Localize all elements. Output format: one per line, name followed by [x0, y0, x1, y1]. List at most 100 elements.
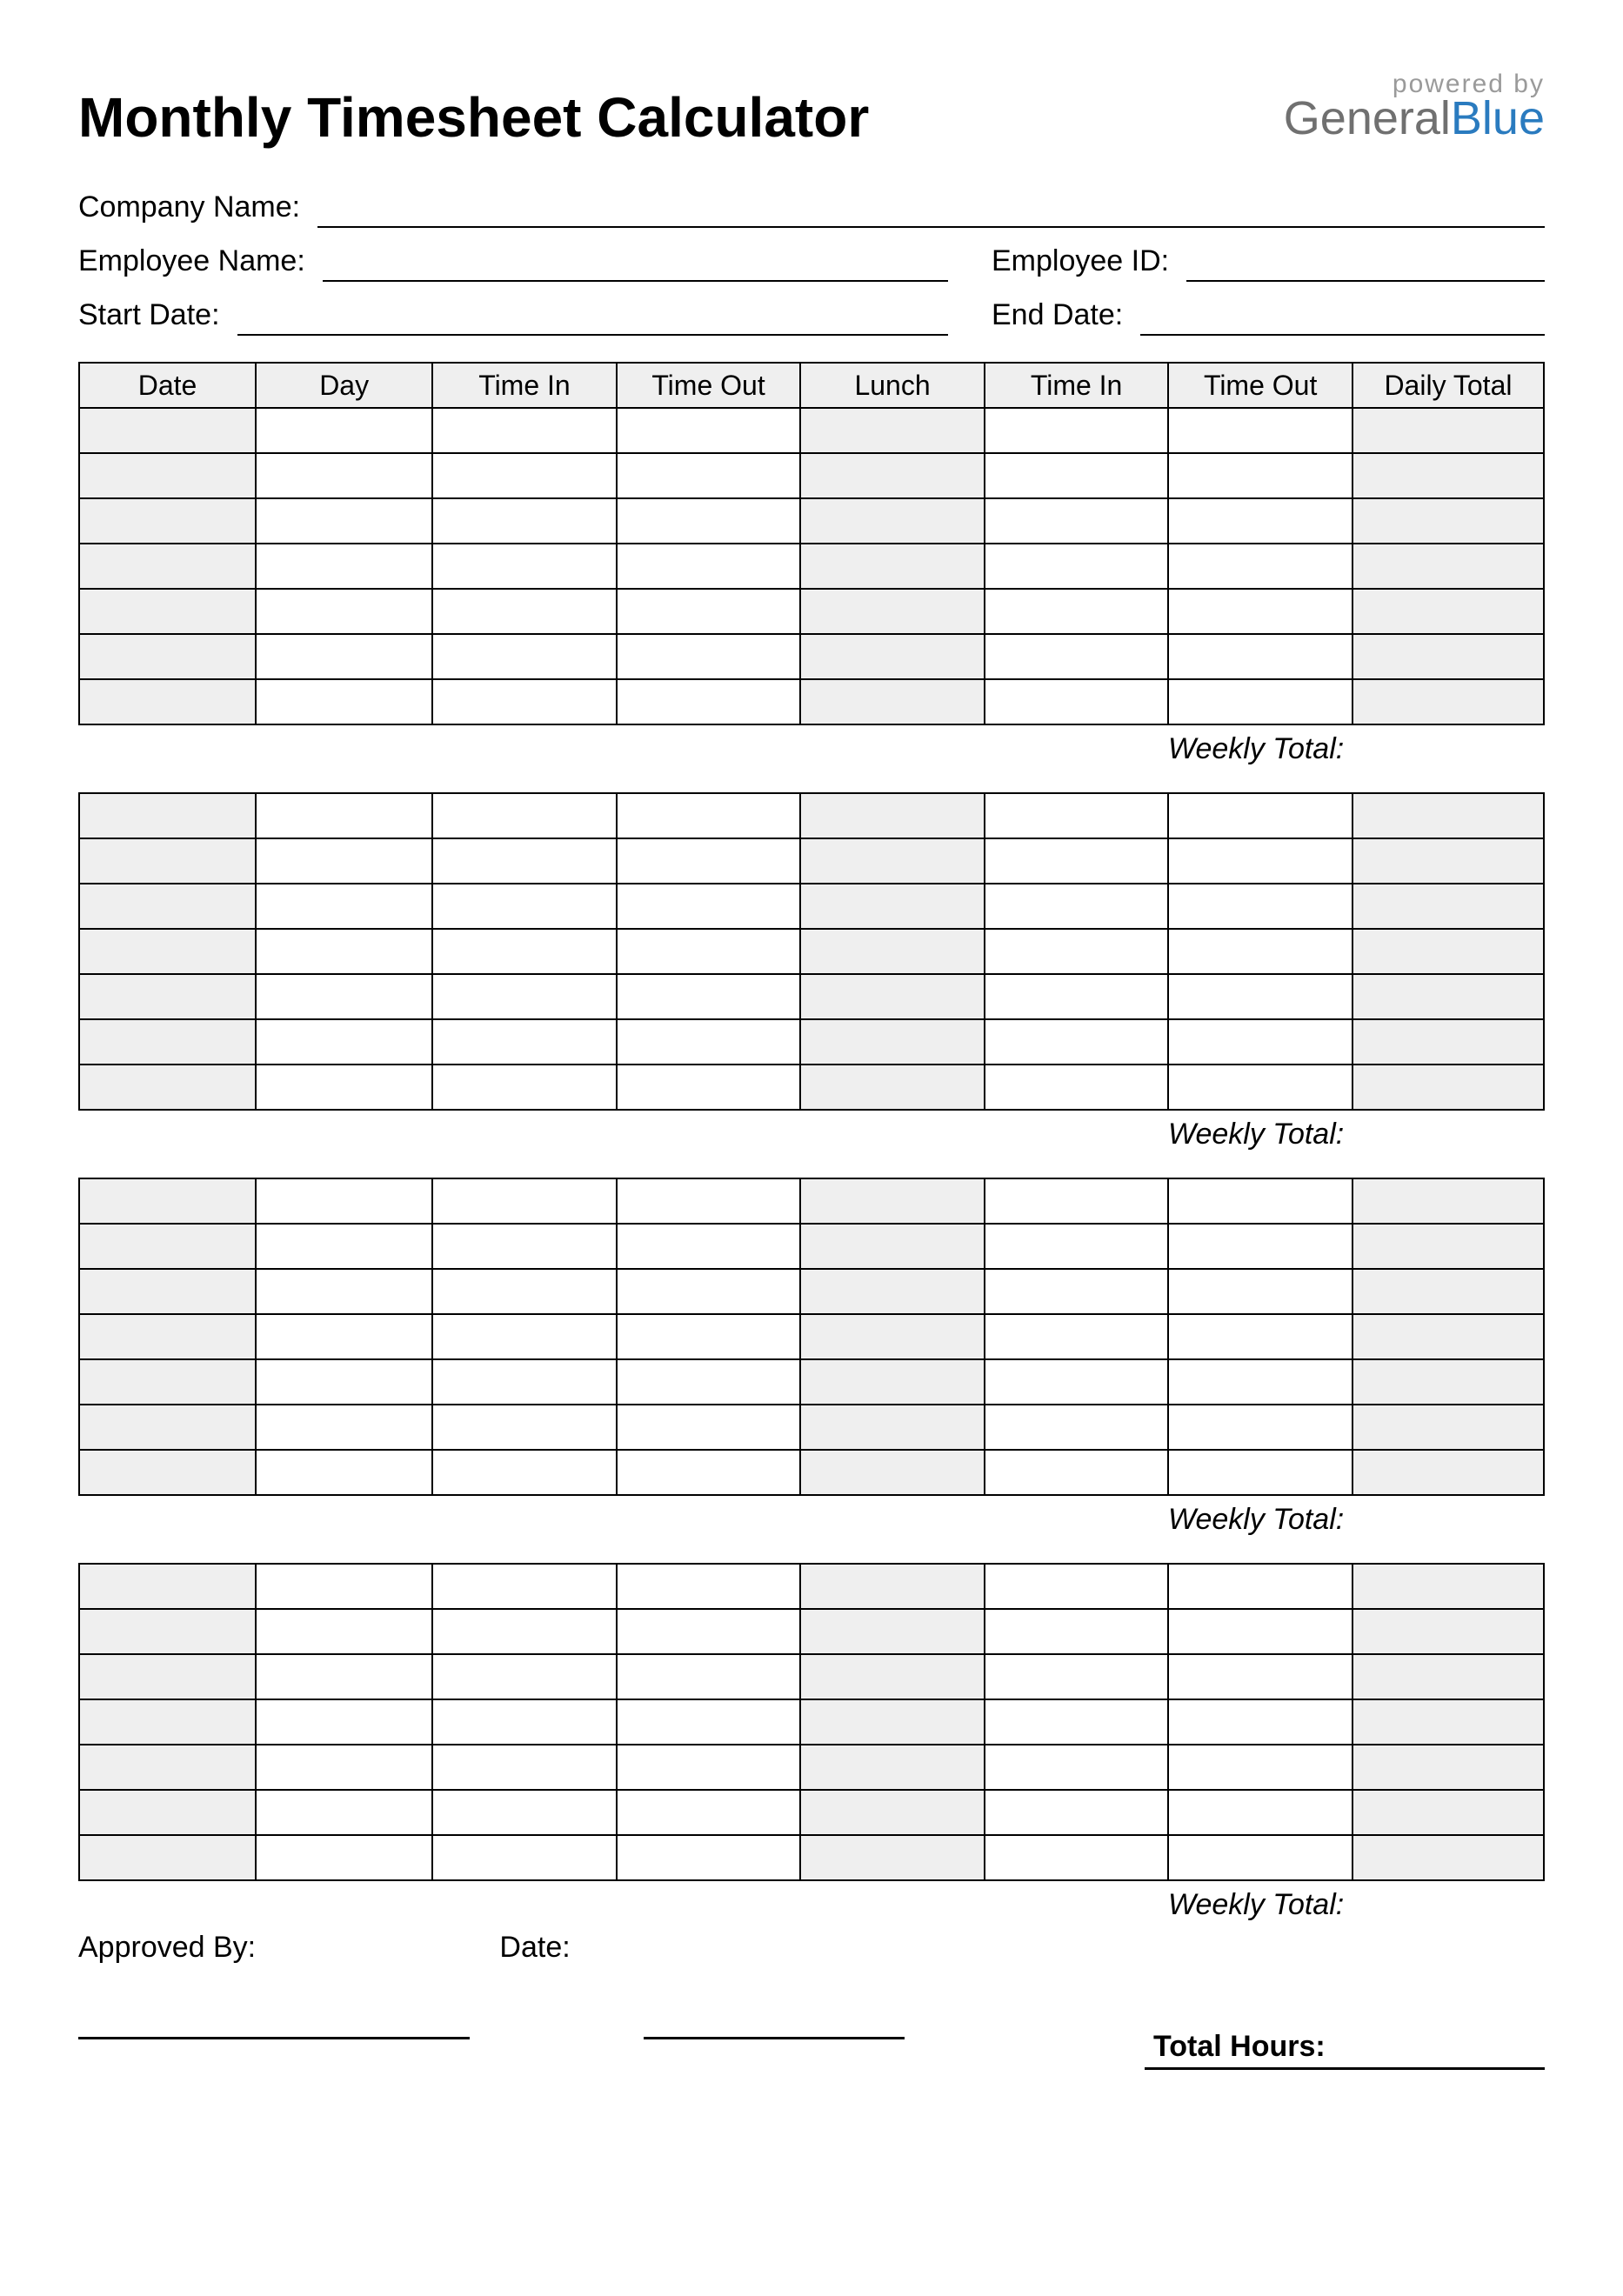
cell[interactable]: [1168, 408, 1352, 453]
cell[interactable]: [800, 1790, 985, 1835]
cell[interactable]: [1352, 589, 1544, 634]
cell[interactable]: [79, 544, 256, 589]
cell[interactable]: [985, 1835, 1169, 1880]
cell[interactable]: [79, 838, 256, 884]
cell[interactable]: [617, 1178, 801, 1224]
cell[interactable]: [985, 634, 1169, 679]
cell[interactable]: [256, 408, 432, 453]
cell[interactable]: [617, 793, 801, 838]
cell[interactable]: [617, 1359, 801, 1405]
cell[interactable]: [617, 1450, 801, 1495]
cell[interactable]: [1352, 1314, 1544, 1359]
cell[interactable]: [79, 1609, 256, 1654]
cell[interactable]: [79, 634, 256, 679]
employee-name-field[interactable]: [323, 237, 948, 282]
cell[interactable]: [985, 1450, 1169, 1495]
cell[interactable]: [1352, 1405, 1544, 1450]
cell[interactable]: [432, 1269, 617, 1314]
cell[interactable]: [800, 1065, 985, 1110]
cell[interactable]: [617, 589, 801, 634]
cell[interactable]: [800, 1405, 985, 1450]
cell[interactable]: [800, 498, 985, 544]
cell[interactable]: [79, 589, 256, 634]
cell[interactable]: [432, 498, 617, 544]
cell[interactable]: [256, 1314, 432, 1359]
cell[interactable]: [617, 453, 801, 498]
approved-by-signature-line[interactable]: [78, 2008, 470, 2039]
cell[interactable]: [256, 929, 432, 974]
cell[interactable]: [617, 838, 801, 884]
cell[interactable]: [256, 884, 432, 929]
cell[interactable]: [800, 1654, 985, 1699]
cell[interactable]: [256, 1790, 432, 1835]
cell[interactable]: [1352, 1269, 1544, 1314]
cell[interactable]: [432, 1019, 617, 1065]
cell[interactable]: [79, 679, 256, 724]
cell[interactable]: [432, 1745, 617, 1790]
cell[interactable]: [432, 1699, 617, 1745]
cell[interactable]: [1352, 1654, 1544, 1699]
cell[interactable]: [256, 498, 432, 544]
cell[interactable]: [1352, 884, 1544, 929]
cell[interactable]: [256, 1835, 432, 1880]
cell[interactable]: [256, 1359, 432, 1405]
date-signature-line[interactable]: [644, 2008, 905, 2039]
cell[interactable]: [79, 453, 256, 498]
cell[interactable]: [1352, 544, 1544, 589]
cell[interactable]: [1352, 1609, 1544, 1654]
cell[interactable]: [1352, 838, 1544, 884]
cell[interactable]: [617, 1405, 801, 1450]
cell[interactable]: [800, 544, 985, 589]
cell[interactable]: [985, 453, 1169, 498]
cell[interactable]: [800, 793, 985, 838]
cell[interactable]: [256, 838, 432, 884]
cell[interactable]: [800, 838, 985, 884]
cell[interactable]: [432, 1178, 617, 1224]
cell[interactable]: [256, 1564, 432, 1609]
cell[interactable]: [800, 884, 985, 929]
cell[interactable]: [800, 1269, 985, 1314]
cell[interactable]: [800, 634, 985, 679]
cell[interactable]: [79, 1835, 256, 1880]
cell[interactable]: [985, 679, 1169, 724]
cell[interactable]: [1168, 1269, 1352, 1314]
cell[interactable]: [985, 498, 1169, 544]
cell[interactable]: [1352, 453, 1544, 498]
cell[interactable]: [617, 1699, 801, 1745]
end-date-field[interactable]: [1140, 290, 1545, 336]
cell[interactable]: [432, 1450, 617, 1495]
cell[interactable]: [800, 1564, 985, 1609]
cell[interactable]: [432, 793, 617, 838]
cell[interactable]: [256, 1405, 432, 1450]
cell[interactable]: [800, 1609, 985, 1654]
cell[interactable]: [985, 1699, 1169, 1745]
cell[interactable]: [256, 453, 432, 498]
cell[interactable]: [617, 544, 801, 589]
cell[interactable]: [432, 974, 617, 1019]
cell[interactable]: [800, 1835, 985, 1880]
cell[interactable]: [1168, 1745, 1352, 1790]
cell[interactable]: [617, 1835, 801, 1880]
cell[interactable]: [985, 838, 1169, 884]
cell[interactable]: [1352, 408, 1544, 453]
cell[interactable]: [1168, 1450, 1352, 1495]
cell[interactable]: [79, 1564, 256, 1609]
cell[interactable]: [256, 544, 432, 589]
cell[interactable]: [617, 974, 801, 1019]
cell[interactable]: [800, 1314, 985, 1359]
cell[interactable]: [800, 1019, 985, 1065]
cell[interactable]: [800, 453, 985, 498]
cell[interactable]: [432, 1790, 617, 1835]
cell[interactable]: [617, 1314, 801, 1359]
cell[interactable]: [1168, 679, 1352, 724]
cell[interactable]: [79, 1269, 256, 1314]
cell[interactable]: [79, 498, 256, 544]
cell[interactable]: [617, 1790, 801, 1835]
cell[interactable]: [79, 1450, 256, 1495]
cell[interactable]: [79, 793, 256, 838]
cell[interactable]: [617, 1269, 801, 1314]
cell[interactable]: [617, 1609, 801, 1654]
cell[interactable]: [800, 1224, 985, 1269]
cell[interactable]: [256, 1609, 432, 1654]
cell[interactable]: [1168, 1564, 1352, 1609]
